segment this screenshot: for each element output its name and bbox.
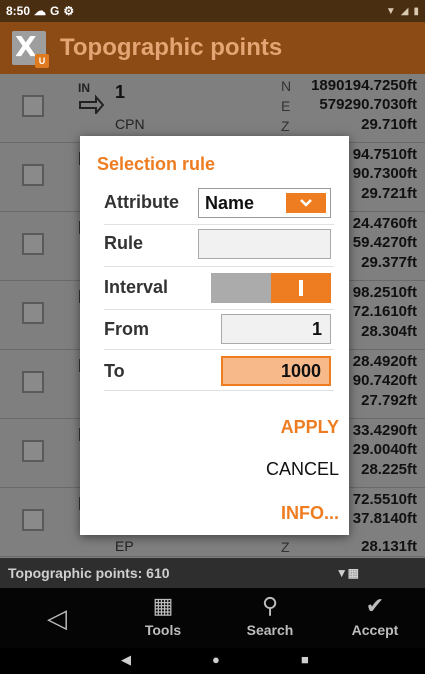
coord-e: 90.7420ft [352, 372, 417, 389]
coord-n: 72.5510ft [352, 491, 417, 508]
coord-z: 28.304ft [361, 323, 417, 340]
info-button[interactable]: INFO... [281, 503, 339, 524]
coord-label-e: E [281, 98, 291, 114]
back-button[interactable]: ◁ [12, 588, 102, 648]
system-back-icon[interactable]: ◀ [121, 652, 131, 668]
coord-z: 28.225ft [361, 461, 417, 478]
points-count: Topographic points: 610 [8, 565, 170, 581]
divider [104, 266, 334, 267]
row-checkbox[interactable] [22, 371, 44, 393]
coord-e: 59.4270ft [352, 234, 417, 251]
coord-z: 29.377ft [361, 254, 417, 271]
wifi-icon: ▼ [385, 5, 396, 17]
page-title: Topographic points [60, 34, 283, 61]
coord-e: 72.1610ft [352, 303, 417, 320]
row-checkbox[interactable] [22, 164, 44, 186]
svg-text:IN: IN [78, 81, 90, 95]
settings-icon: ⚙ [63, 4, 75, 18]
coord-label-n: N [281, 78, 292, 94]
coord-z: 27.792ft [361, 392, 417, 409]
filter-calendar-icon[interactable]: ▼▦ [336, 566, 359, 580]
system-home-icon[interactable]: ● [212, 652, 220, 667]
divider [104, 224, 334, 225]
check-icon: ✔ [365, 593, 385, 618]
rule-label: Rule [104, 233, 144, 253]
status-bar: 8:50 ☁ G ⚙ ▼ ◢ ▮ [0, 0, 425, 22]
coord-e: 29.0040ft [352, 441, 417, 458]
tools-label: Tools [144, 622, 182, 638]
tools-button[interactable]: ▦ Tools [118, 588, 208, 648]
attribute-label: Attribute [104, 192, 179, 212]
google-icon: G [50, 4, 60, 18]
coord-n: 1890194.7250ft [311, 77, 417, 94]
coord-z: 29.710ft [361, 116, 417, 133]
selection-rule-dialog: Selection rule Attribute Name Rule Inter… [80, 136, 349, 535]
attribute-select[interactable]: Name [198, 188, 331, 218]
coord-n: 28.4920ft [352, 353, 417, 370]
row-checkbox[interactable] [22, 440, 44, 462]
divider [104, 309, 334, 310]
attribute-value: Name [205, 193, 255, 213]
point-name: 1 [115, 82, 126, 102]
list-item[interactable]: IN 1 CPN N E Z 1890194.7250ft 579290.703… [0, 74, 425, 143]
from-label: From [104, 319, 149, 339]
chevron-down-icon[interactable] [286, 193, 326, 213]
coord-n: 24.4760ft [352, 215, 417, 232]
point-code: EP [115, 538, 134, 554]
status-time: 8:50 [6, 4, 31, 18]
toggle-on-thumb [271, 273, 331, 303]
bottom-toolbar: ◁ ▦ Tools ⚲ Search ✔ Accept [0, 588, 425, 648]
coord-z: 28.131ft [361, 538, 417, 555]
accept-button[interactable]: ✔ Accept [330, 588, 420, 648]
interval-toggle[interactable] [211, 273, 331, 303]
search-button[interactable]: ⚲ Search [225, 588, 315, 648]
interval-label: Interval [104, 277, 169, 297]
to-label: To [104, 361, 125, 381]
coord-e: 579290.7030ft [319, 96, 417, 113]
app-bar: XU Topographic points [0, 22, 425, 74]
app-logo-icon[interactable]: XU [12, 31, 49, 68]
coord-n: 98.2510ft [352, 284, 417, 301]
row-checkbox[interactable] [22, 302, 44, 324]
system-recents-icon[interactable]: ■ [301, 652, 309, 667]
coord-n: 94.7510ft [352, 146, 417, 163]
cloud-icon: ☁ [34, 4, 47, 18]
coord-e: 37.8140ft [352, 510, 417, 527]
coord-n: 33.4290ft [352, 422, 417, 439]
dialog-title: Selection rule [97, 154, 216, 174]
coord-label-z: Z [281, 539, 290, 555]
from-input[interactable]: 1 [221, 314, 331, 344]
row-checkbox[interactable] [22, 509, 44, 531]
row-checkbox[interactable] [22, 95, 44, 117]
signal-icon: ◢ [400, 5, 409, 17]
coord-label-z: Z [281, 118, 290, 134]
battery-icon: ▮ [413, 5, 419, 17]
divider [104, 390, 334, 391]
point-code: CPN [115, 116, 145, 132]
search-label: Search [246, 622, 294, 638]
grid-icon: ▦ [152, 593, 174, 618]
cancel-button[interactable]: CANCEL [266, 459, 339, 480]
rule-input[interactable] [198, 229, 331, 259]
station-in-icon: IN [78, 80, 105, 119]
coord-e: 90.7300ft [352, 165, 417, 182]
to-input[interactable]: 1000 [221, 356, 331, 386]
search-icon: ⚲ [261, 593, 279, 618]
coord-z: 29.721ft [361, 185, 417, 202]
row-checkbox[interactable] [22, 233, 44, 255]
accept-label: Accept [351, 622, 399, 638]
system-nav-bar: ◀ ● ■ [0, 648, 425, 674]
back-arrow-icon: ◁ [47, 603, 67, 633]
divider [104, 349, 334, 350]
apply-button[interactable]: APPLY [281, 417, 339, 438]
points-count-bar: Topographic points: 610 ▼▦ [0, 558, 425, 588]
